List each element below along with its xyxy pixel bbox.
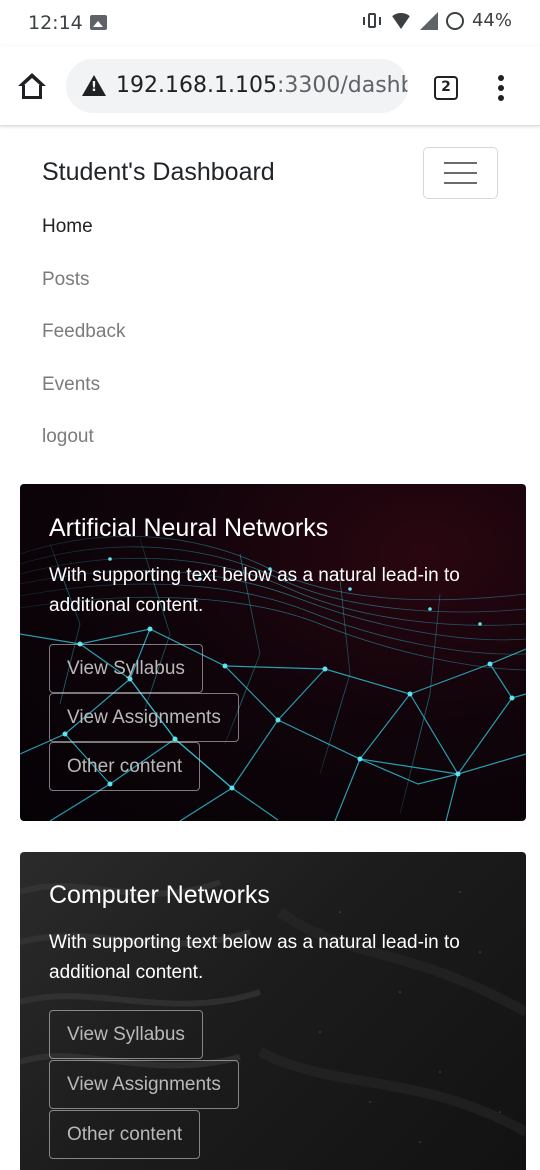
tab-switcher-button[interactable]: 2 — [434, 76, 458, 100]
nav-item-logout[interactable]: logout — [42, 422, 125, 475]
navbar-toggler-button[interactable] — [423, 147, 498, 199]
card-text: With supporting text below as a natural … — [49, 932, 460, 983]
wifi-icon — [389, 12, 412, 29]
overflow-menu-icon[interactable] — [494, 74, 508, 102]
not-secure-warning-icon[interactable] — [82, 75, 106, 96]
card-title: Artificial Neural Networks — [49, 514, 329, 542]
url-host: 192.168.1.105 — [116, 73, 277, 98]
address-bar[interactable]: 192.168.1.105:3300/dashbo — [66, 59, 408, 113]
navbar-brand[interactable]: Student's Dashboard — [42, 158, 275, 187]
vibrate-icon — [362, 12, 382, 30]
card-text: With supporting text below as a natural … — [49, 565, 460, 616]
nav-menu: Home Posts Feedback Events logout — [42, 212, 125, 475]
nav-item-posts[interactable]: Posts — [42, 265, 125, 318]
view-assignments-button[interactable]: View Assignments — [49, 693, 239, 742]
url-path: :3300/dashbo — [276, 73, 408, 98]
battery-icon — [445, 11, 464, 30]
status-time: 12:14 — [28, 12, 83, 34]
nav-item-home[interactable]: Home — [42, 212, 125, 265]
signal-icon — [419, 11, 438, 30]
battery-percent: 44% — [471, 10, 512, 31]
other-content-button[interactable]: Other content — [49, 1110, 201, 1159]
nav-item-events[interactable]: Events — [42, 370, 125, 423]
view-syllabus-button[interactable]: View Syllabus — [49, 644, 203, 693]
status-bar: 12:14 44% — [0, 0, 540, 46]
card-title: Computer Networks — [49, 881, 270, 909]
other-content-button[interactable]: Other content — [49, 742, 201, 791]
url-text[interactable]: 192.168.1.105:3300/dashbo — [116, 73, 408, 98]
course-card-cn: Computer Networks With supporting text b… — [20, 852, 526, 1170]
view-assignments-button[interactable]: View Assignments — [49, 1060, 239, 1109]
status-icons: 44% — [362, 10, 512, 31]
course-card-ann: Artificial Neural Networks With supporti… — [20, 484, 526, 821]
home-icon[interactable] — [16, 72, 48, 102]
view-syllabus-button[interactable]: View Syllabus — [49, 1010, 203, 1059]
browser-toolbar: 192.168.1.105:3300/dashbo 2 — [0, 46, 540, 126]
image-notification-icon — [90, 15, 107, 30]
nav-item-feedback[interactable]: Feedback — [42, 317, 125, 370]
